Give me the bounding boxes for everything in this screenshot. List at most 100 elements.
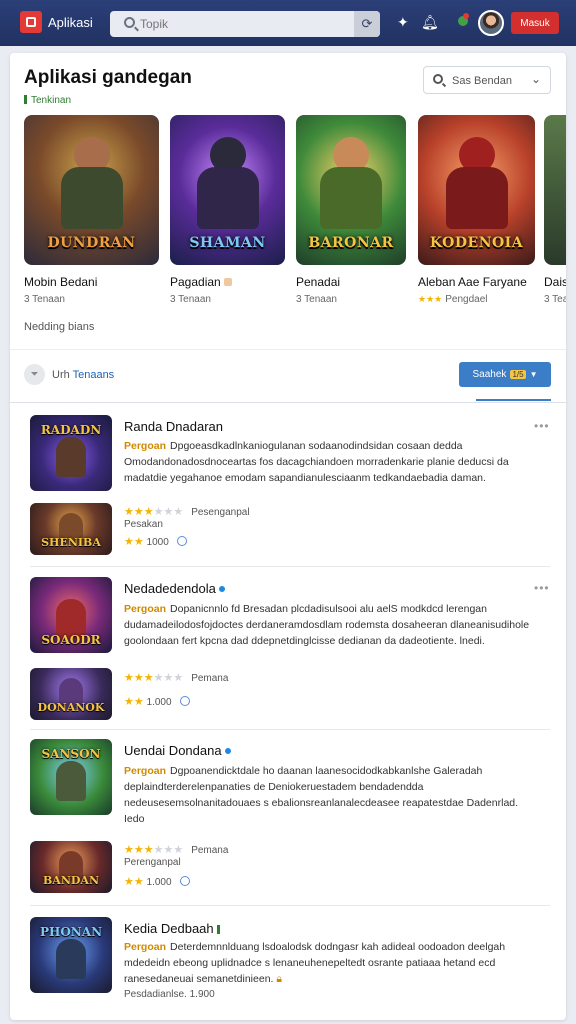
item-count: ★★ 1000 [124,535,187,548]
divider [30,729,550,730]
thumbnail-name: RADADN [40,423,102,437]
featured-card[interactable]: Dais 3 Tean [544,115,566,305]
refresh-icon[interactable]: ⟳ [354,11,380,37]
app-thumbnail: RADADN [30,415,112,491]
item-count: ★★ 1.000 [124,695,190,708]
featured-card[interactable]: SHAMAN Pagadian 3 Tenaan [170,115,285,305]
star-rating-icon: ★★★ [418,294,443,304]
item-rating: ★★★★★★ Pemana [124,672,229,684]
thumbnail-name: PHONAN [39,925,103,939]
featured-subtitle: ★★★ Pengdael [418,294,488,305]
item-sublabel: Pesdadianlse. 1.900 [124,989,215,1000]
thumbnail-name: SHENIBA [41,536,101,549]
item-rating: ★★★★★★ Pesenganpal [124,506,250,518]
notification-dot-icon[interactable] [458,13,469,26]
item-title[interactable]: Randa Dnadaran [124,419,223,434]
search-box[interactable]: ⟳ [110,11,380,37]
divider [30,905,550,906]
featured-art-name: DUNDRAN [47,235,136,251]
filter-bar: ⏷ Urh Tenaans Saahek 1/5 ▼ [10,357,566,397]
list-item[interactable]: RADADN SHENIBA Randa Dnadaran ••• Pergoa… [10,413,566,563]
more-options-icon[interactable]: ••• [534,581,550,595]
gift-icon[interactable]: ✦ [397,14,409,31]
sort-dropdown[interactable]: Sas Bendan ⌄ [423,66,551,94]
featured-art: KODENOIA [418,115,535,265]
status-badge [216,925,220,934]
apply-button[interactable]: Saahek 1/5 ▼ [459,362,551,387]
page-subtitle: Tenkinan [24,95,71,106]
app-logo-icon[interactable] [20,11,42,33]
filter-highlight[interactable]: Tenaans [73,369,115,381]
featured-subtitle: 3 Tenaan [170,294,211,305]
filter-text[interactable]: Urh Tenaans [52,369,114,381]
featured-title: Aleban Aae Faryane [418,275,527,289]
item-description: Pergoan Dpgoeasdkadlnkaniogulanan sodaano… [124,440,509,484]
login-button[interactable]: Masuk [511,12,559,34]
featured-art-name: KODENOIA [429,235,524,251]
thumbnail-name: BANDAN [42,874,99,887]
avatar[interactable] [478,10,504,36]
lock-icon: 🔒︎ [276,973,282,985]
chevron-down-icon: ⌄ [530,72,541,86]
featured-subtitle: 3 Tenaan [296,294,337,305]
info-icon[interactable] [176,536,187,546]
filter-icon[interactable]: ⏷ [24,364,45,385]
item-count: ★★ 1.000 [124,875,190,888]
divider [10,402,566,403]
item-description: Pergoan Dgpoanendicktdale ho daanan laane… [124,765,519,825]
list-item[interactable]: SANSON BANDAN Uendai Dondana Pergoan Dgpo… [10,737,566,901]
featured-card[interactable]: DUNDRAN Mobin Bedani 3 Tenaan [24,115,159,305]
list-item[interactable]: PHONAN Kedia Dedbaah Pergoan Deterdemnnld… [10,915,566,1015]
item-title[interactable]: Nedadedendola [124,581,225,596]
verified-icon [218,586,225,592]
featured-art-name: BARONAR [308,235,394,251]
app-title: Aplikasi [48,15,93,30]
item-sublabel: Pesakan [124,519,163,530]
featured-art: BARONAR [296,115,406,265]
item-title[interactable]: Kedia Dedbaah [124,921,220,936]
app-thumbnail-secondary: SHENIBA [30,503,112,555]
apply-badge: 1/5 [510,370,526,379]
item-description: Pergoan Deterdemnnlduang lsdoalodsk dodng… [124,941,506,985]
app-thumbnail: SANSON [30,739,112,815]
featured-art: SHAMAN [170,115,285,265]
section-label: Nedding bians [24,321,95,333]
featured-title: Dais [544,275,566,289]
featured-card[interactable]: KODENOIA Aleban Aae Faryane ★★★ Pengdael [418,115,535,305]
verified-icon [224,748,231,754]
active-tab-indicator [476,399,551,401]
thumbnail-name: SANSON [41,747,101,761]
search-input[interactable] [140,15,350,33]
sort-label: Sas Bendan [452,75,512,87]
info-icon[interactable] [179,876,190,886]
more-options-icon[interactable]: ••• [534,419,550,433]
item-description: Pergoan Dopanicnnlo fd Bresadan plcdadisu… [124,603,530,647]
thumbnail-name: SOAODR [41,633,101,647]
search-icon [124,17,135,28]
tag-icon [224,278,233,286]
featured-card[interactable]: BARONAR Penadai 3 Tenaan [296,115,406,305]
divider [30,566,550,567]
item-title[interactable]: Uendai Dondana [124,743,231,758]
search-icon [433,74,443,84]
featured-subtitle: 3 Tenaan [24,294,65,305]
divider [10,349,566,350]
app-thumbnail-secondary: DONANOK [30,668,112,720]
featured-title: Penadai [296,275,341,289]
item-sublabel: Perenganpal [124,857,181,868]
main-panel: Aplikasi gandegan Tenkinan Sas Bendan ⌄ … [10,53,566,1020]
item-rating: ★★★★★★ Pemana [124,844,229,856]
featured-art: DUNDRAN [24,115,159,265]
featured-title: Pagadian [170,275,285,289]
bell-icon[interactable]: 🔔︎ [421,14,439,31]
list-item[interactable]: SOAODR DONANOK Nedadedendola ••• Pergoan… [10,575,566,725]
featured-title: Mobin Bedani [24,275,98,289]
app-thumbnail: PHONAN [30,917,112,993]
app-thumbnail: SOAODR [30,577,112,653]
chevron-down-icon: ▼ [529,370,538,379]
info-icon[interactable] [179,696,190,706]
featured-art [544,115,566,265]
featured-art-name: SHAMAN [189,235,266,251]
page-title: Aplikasi gandegan [24,67,192,88]
featured-subtitle: 3 Tean [544,294,566,305]
